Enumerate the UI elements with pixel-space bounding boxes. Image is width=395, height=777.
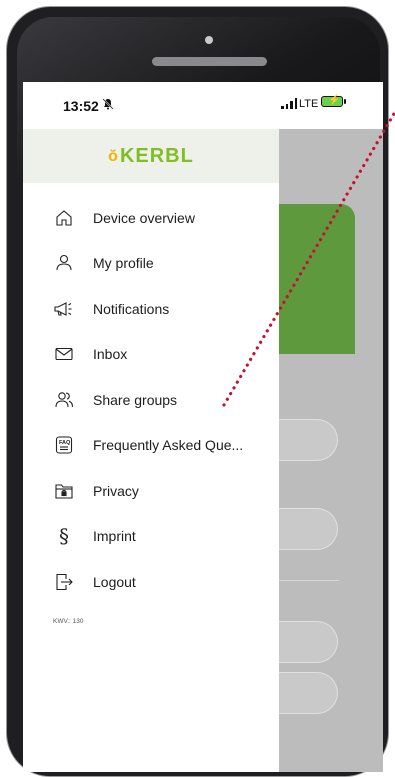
- menu-item-my-profile[interactable]: My profile: [23, 244, 279, 284]
- logout-icon: [53, 571, 75, 593]
- status-time: 13:52: [63, 98, 99, 114]
- faq-icon: FAQ: [53, 434, 75, 456]
- home-icon: [53, 207, 75, 229]
- envelope-icon: [53, 343, 75, 365]
- network-type: LTE: [299, 98, 319, 110]
- battery-icon: ⚡: [321, 95, 346, 107]
- folder-lock-icon: [53, 480, 75, 502]
- logo-mark: ŏ: [108, 148, 119, 165]
- menu-item-label: Privacy: [93, 483, 139, 499]
- menu-item-label: Notifications: [93, 301, 170, 317]
- background-green-card: [279, 204, 355, 354]
- paragraph-icon: §: [59, 524, 69, 548]
- app-version: KWV.: 130: [53, 618, 84, 625]
- earpiece-speaker: [152, 57, 267, 66]
- menu-item-inbox[interactable]: Inbox: [23, 335, 279, 375]
- background-divider: [279, 580, 339, 581]
- menu-item-device-overview[interactable]: Device overview: [23, 199, 279, 239]
- menu-item-label: Imprint: [93, 528, 136, 544]
- charging-icon: ⚡: [328, 95, 341, 106]
- menu-item-privacy[interactable]: Privacy: [23, 472, 279, 512]
- menu-item-notifications[interactable]: Notifications: [23, 290, 279, 330]
- kerbl-logo: ŏKERBL: [23, 145, 279, 168]
- background-pill: [279, 508, 338, 550]
- megaphone-icon: [53, 298, 75, 320]
- logo-text: KERBL: [119, 145, 194, 167]
- status-bar: 13:52 LTE ⚡: [23, 82, 383, 129]
- menu-item-label: My profile: [93, 255, 154, 271]
- user-icon: [53, 252, 75, 274]
- menu-item-label: Frequently Asked Que...: [93, 437, 244, 453]
- bell-muted-icon: [102, 98, 114, 113]
- menu-item-logout[interactable]: Logout: [23, 563, 279, 603]
- menu-item-label: Device overview: [93, 210, 195, 226]
- menu-item-share-groups[interactable]: Share groups: [23, 381, 279, 421]
- users-icon: [53, 389, 75, 411]
- faq-badge-text: FAQ: [59, 440, 71, 446]
- menu-item-label: Share groups: [93, 392, 178, 408]
- background-pill: [279, 672, 338, 714]
- drawer-header: ŏKERBL: [23, 129, 279, 183]
- menu-item-imprint[interactable]: § Imprint: [23, 517, 279, 557]
- menu-item-faq[interactable]: FAQ Frequently Asked Que...: [23, 426, 279, 466]
- menu-item-label: Logout: [93, 574, 136, 590]
- front-camera: [205, 36, 213, 44]
- background-pill: [279, 621, 338, 663]
- background-pill: [279, 419, 338, 461]
- menu-item-label: Inbox: [93, 346, 128, 362]
- phone-screen: 13:52 LTE ⚡ ŏKERBL Device overview My pr…: [23, 82, 383, 772]
- signal-icon: [281, 98, 297, 109]
- navigation-drawer: ŏKERBL Device overview My profile Notifi…: [23, 129, 279, 772]
